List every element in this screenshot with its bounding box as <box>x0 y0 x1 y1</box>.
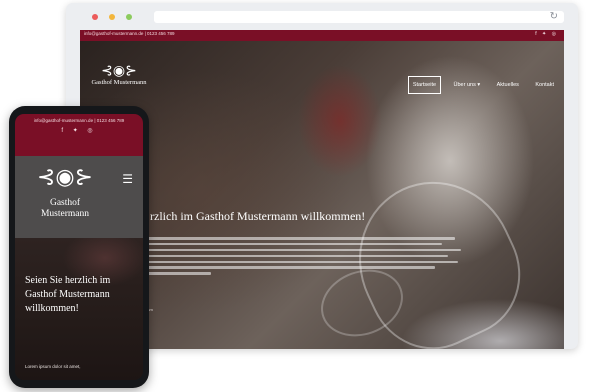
hero-headline: …rzlich im Gasthof Mustermann willkommen… <box>138 209 366 223</box>
mobile-phone-mockup: info@gasthof-mustermann.de | 0123 456 78… <box>9 106 149 388</box>
mobile-hero-headline: Seien Sie herzlich im Gasthof Mustermann… <box>25 275 111 314</box>
brand-name: Gasthof Mustermann <box>91 79 147 86</box>
nav-startseite[interactable]: Startseite <box>407 76 442 94</box>
mobile-viewport: info@gasthof-mustermann.de | 0123 456 78… <box>15 114 143 380</box>
browser-titlebar: ↻ <box>66 3 578 30</box>
mobile-top-contact-bar: info@gasthof-mustermann.de | 0123 456 78… <box>15 114 143 156</box>
minimize-window-button[interactable] <box>109 14 115 20</box>
hero-paragraph <box>138 237 468 278</box>
mobile-hero: Seien Sie herzlich im Gasthof Mustermann… <box>15 238 143 380</box>
plate-cutlery-icon: ⊰◉⊱ <box>101 62 137 78</box>
main-navigation: Startseite Über uns ▾ Aktuelles Kontakt <box>404 73 558 94</box>
address-bar[interactable]: ↻ <box>154 11 564 23</box>
mobile-hero-text: Lorem ipsum dolor sit amet, <box>25 364 81 369</box>
mobile-contact-info: info@gasthof-mustermann.de | 0123 456 78… <box>33 118 125 123</box>
contact-info: info@gasthof-mustermann.de | 0123 456 78… <box>84 31 175 36</box>
close-window-button[interactable] <box>92 14 98 20</box>
nav-ueber-uns[interactable]: Über uns ▾ <box>450 77 485 93</box>
nav-aktuelles[interactable]: Aktuelles <box>493 77 523 93</box>
social-links[interactable]: f ✦ ◎ <box>535 31 558 37</box>
mobile-brand-name: Gasthof Mustermann <box>40 198 90 219</box>
nav-kontakt[interactable]: Kontakt <box>531 77 558 93</box>
site-logo[interactable]: ⊰◉⊱ Gasthof Mustermann <box>88 61 150 109</box>
maximize-window-button[interactable] <box>126 14 132 20</box>
mobile-header: ⊰◉⊱ Gasthof Mustermann ☰ <box>15 156 143 238</box>
hamburger-menu-icon[interactable]: ☰ <box>122 172 133 186</box>
desktop-viewport: info@gasthof-mustermann.de | 0123 456 78… <box>80 30 564 349</box>
mobile-site-logo[interactable]: ⊰◉⊱ Gasthof Mustermann <box>27 164 103 220</box>
reload-icon[interactable]: ↻ <box>550 9 558 25</box>
plate-cutlery-icon: ⊰◉⊱ <box>36 164 94 189</box>
hero-image: ⊰◉⊱ Gasthof Mustermann Startseite Über u… <box>80 41 564 349</box>
top-contact-bar: info@gasthof-mustermann.de | 0123 456 78… <box>80 30 564 41</box>
mobile-social-links[interactable]: f ✦ ◎ <box>15 127 143 134</box>
